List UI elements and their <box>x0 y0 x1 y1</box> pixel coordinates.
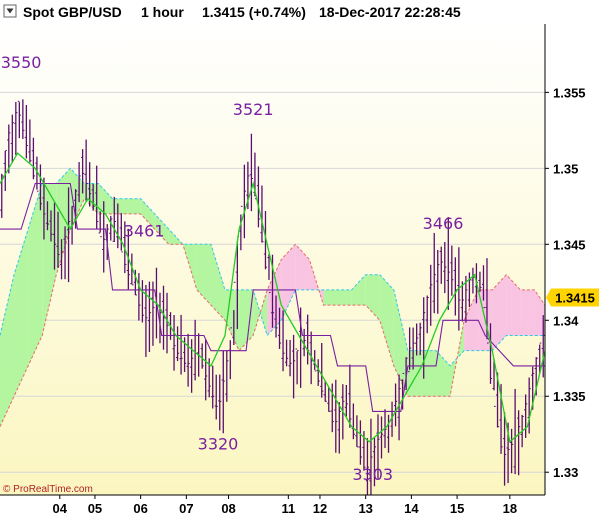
datetime-label: 18-Dec-2017 22:28:45 <box>319 4 461 20</box>
price-annotation: 3303 <box>352 465 393 484</box>
price-annotation: 3466 <box>423 214 464 233</box>
last-price-marker: 1.3415 <box>546 288 599 307</box>
quote-label: 1.3415 (+0.74%) <box>202 4 306 20</box>
y-tick-label: 1.33 <box>553 465 578 480</box>
y-tick-label: 1.345 <box>553 237 586 252</box>
x-tick-label: 15 <box>450 501 464 516</box>
ichimoku-chart: Spot GBP/USD 1 hour 1.3415 (+0.74%) 18-D… <box>0 0 600 519</box>
cloud-segment-bearish <box>520 289 535 336</box>
last-price-label: 1.3415 <box>555 290 595 305</box>
x-tick-label: 06 <box>133 501 147 516</box>
cloud-segment-bullish <box>126 198 141 214</box>
copyright-label: © ProRealTime.com <box>3 484 93 495</box>
x-tick-label: 08 <box>221 501 235 516</box>
x-tick-label: 04 <box>53 501 68 516</box>
instrument-name: Spot GBP/USD <box>23 4 122 20</box>
x-tick-label: 07 <box>179 501 193 516</box>
y-tick-label: 1.34 <box>553 313 579 328</box>
price-annotation: 3550 <box>1 53 42 72</box>
chart-header: Spot GBP/USD 1 hour 1.3415 (+0.74%) 18-D… <box>0 0 600 24</box>
x-tick-label: 18 <box>503 501 517 516</box>
x-tick-label: 11 <box>281 501 295 516</box>
x-tick-label: 13 <box>358 501 372 516</box>
cloud-segment-bullish <box>337 289 352 306</box>
cloud-segment-bullish <box>323 289 338 306</box>
x-tick-label: 05 <box>88 501 102 516</box>
y-tick-label: 1.35 <box>553 161 578 176</box>
y-tick-label: 1.335 <box>553 389 586 404</box>
timeframe-label: 1 hour <box>141 4 184 20</box>
y-tick-label: 1.355 <box>553 85 586 100</box>
price-annotation: 3521 <box>233 100 274 119</box>
price-annotation: 3461 <box>124 222 165 241</box>
x-tick-label: 14 <box>404 501 419 516</box>
price-annotation: 3320 <box>198 434 239 453</box>
x-tick-label: 12 <box>313 501 327 516</box>
